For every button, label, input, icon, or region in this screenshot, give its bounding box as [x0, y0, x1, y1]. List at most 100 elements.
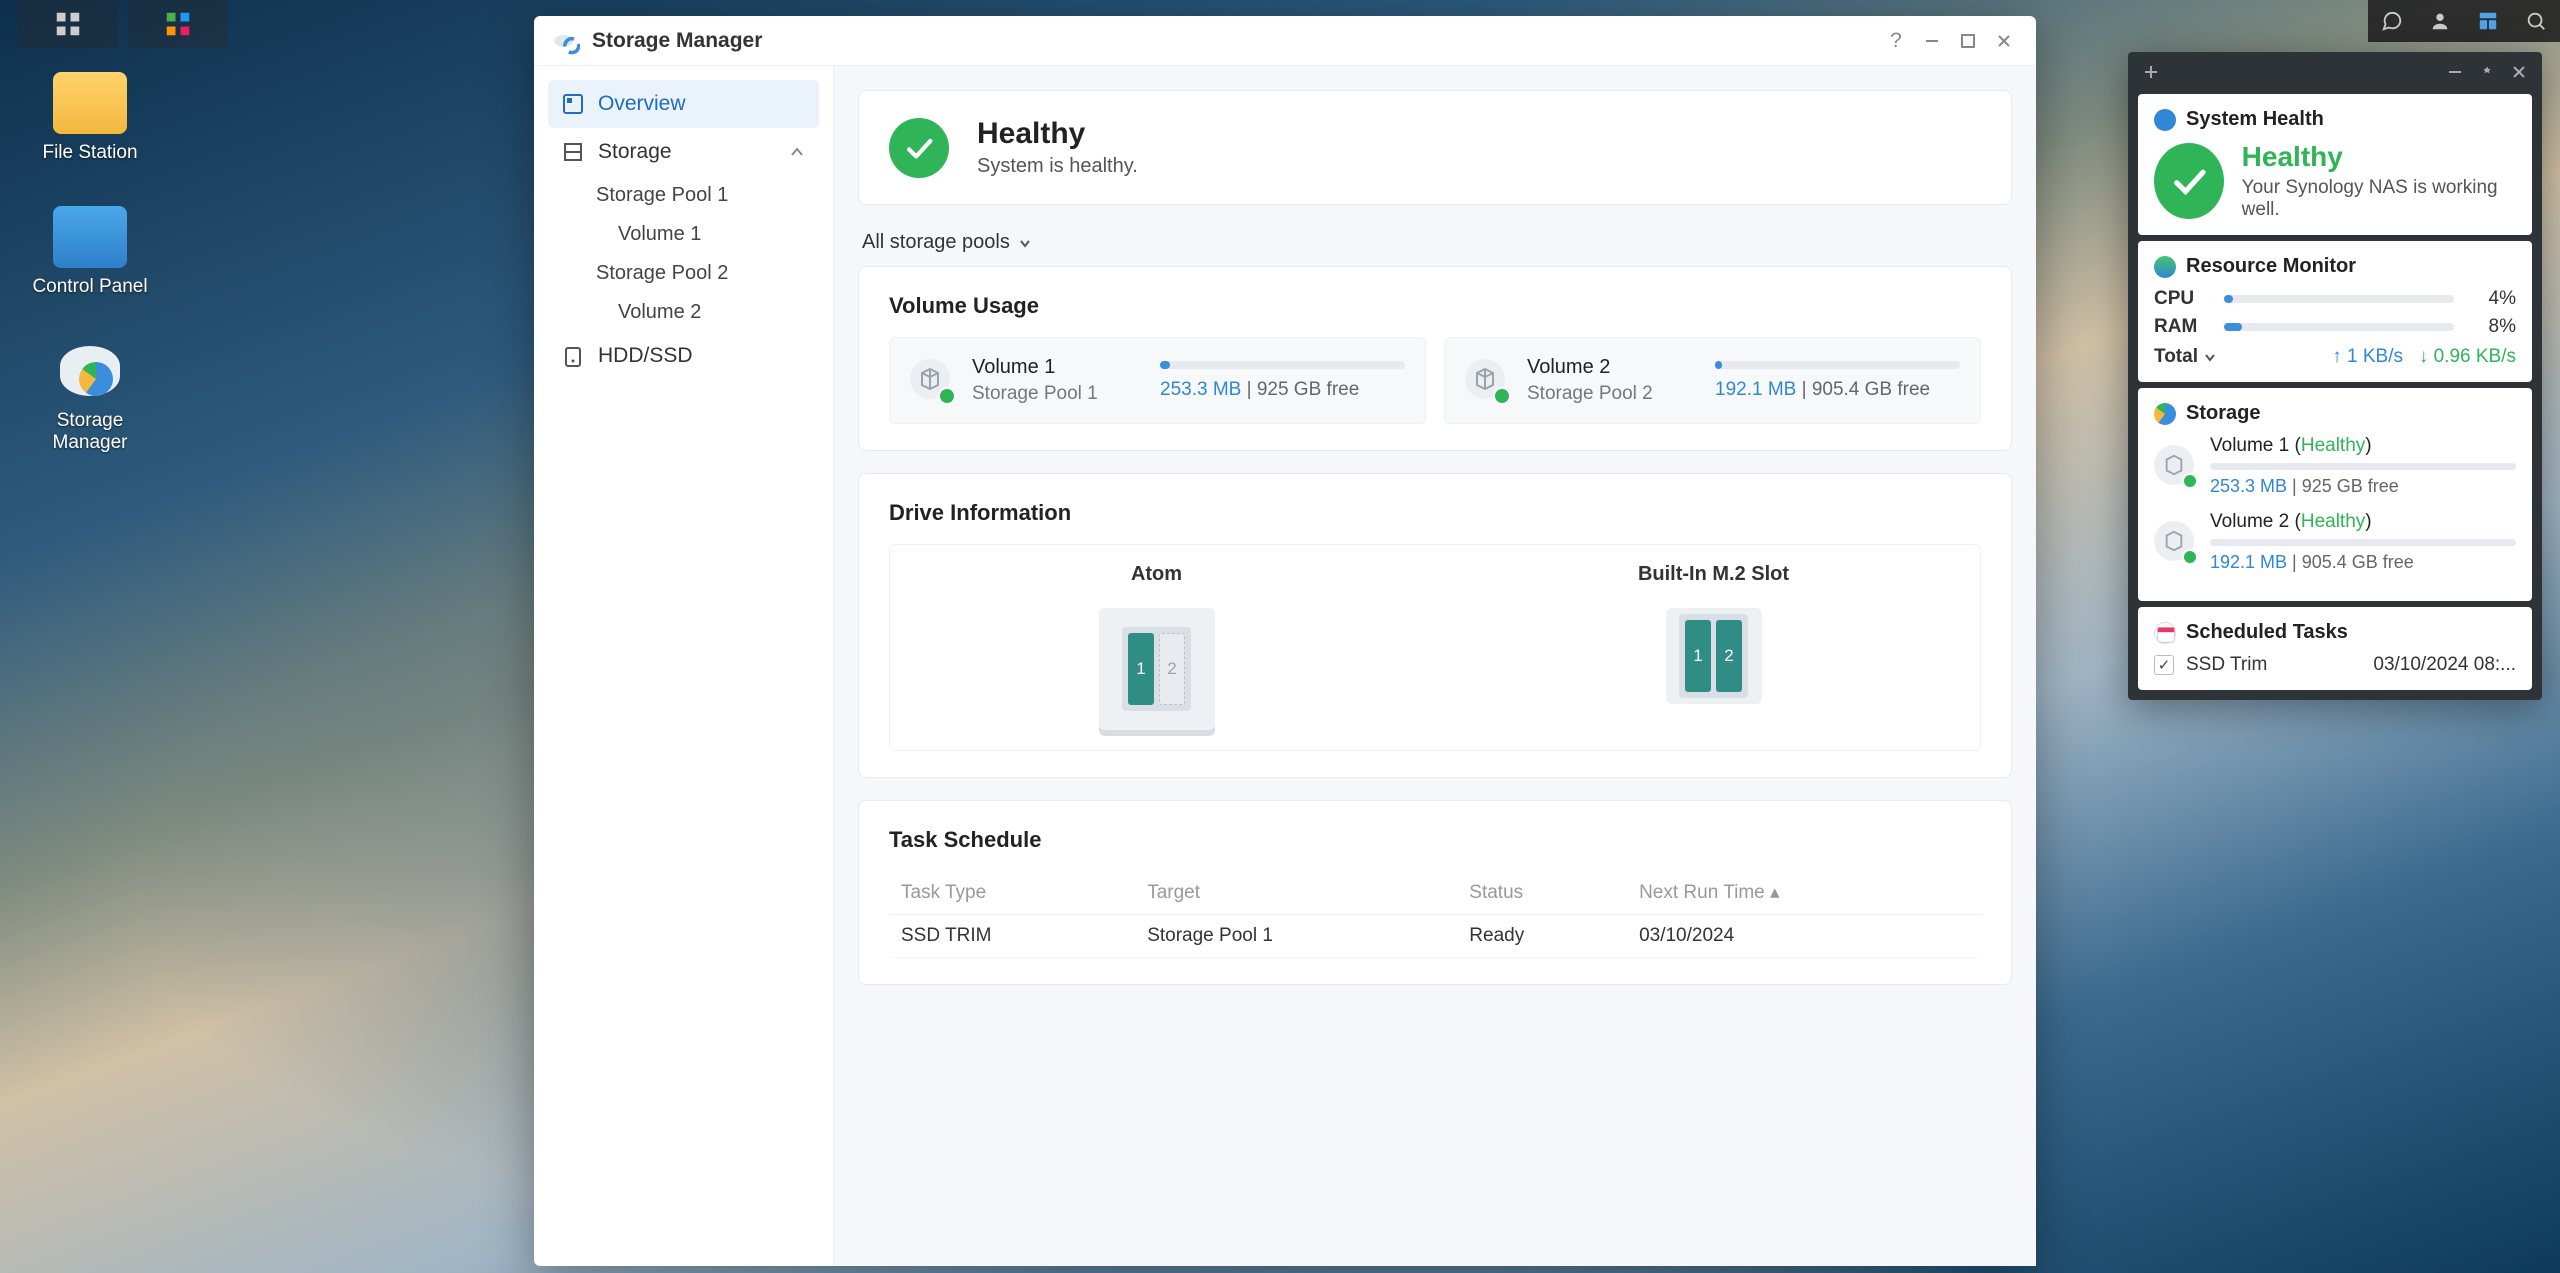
sidebar-item-pool2[interactable]: Storage Pool 2: [548, 254, 819, 293]
usage-bar: [2210, 463, 2516, 470]
help-icon[interactable]: ?: [1878, 23, 1914, 59]
app-icon: [552, 27, 580, 55]
pool-filter-dropdown[interactable]: All storage pools: [858, 227, 1032, 266]
section-heading: Volume Usage: [889, 293, 1981, 319]
sidebar: Overview Storage Storage Pool 1 Volume 1…: [534, 66, 834, 1266]
drive-label: Atom: [1131, 563, 1182, 586]
widget-system-health[interactable]: System Health Healthy Your Synology NAS …: [2138, 94, 2532, 235]
drive-bay-1[interactable]: 1: [1128, 633, 1154, 705]
task-schedule-card: Task Schedule Task Type Target Status Ne…: [858, 800, 2012, 985]
health-sub: Your Synology NAS is working well.: [2242, 177, 2516, 221]
widget-title: Scheduled Tasks: [2186, 621, 2348, 644]
close-icon[interactable]: [1986, 23, 2022, 59]
task-row[interactable]: ✓ SSD Trim 03/10/2024 08:...: [2154, 654, 2516, 676]
sidebar-item-vol2[interactable]: Volume 2: [548, 293, 819, 332]
cpu-label: CPU: [2154, 288, 2210, 310]
widget-title: Resource Monitor: [2186, 255, 2356, 278]
net-down: ↓ 0.96 KB/s: [2419, 346, 2516, 367]
volume-used: 192.1 MB: [1715, 379, 1796, 400]
volume-pool: Storage Pool 1: [972, 383, 1142, 405]
pin-icon[interactable]: [2474, 59, 2500, 85]
volume-free: 905.4 GB free: [1812, 379, 1930, 400]
volume-title: Volume 2: [1527, 356, 1697, 379]
sidebar-label: HDD/SSD: [598, 344, 693, 368]
widget-storage[interactable]: Storage Volume 1 (Healthy) 253.3 MB | 92…: [2138, 388, 2532, 601]
cpu-value: 4%: [2468, 288, 2516, 310]
desktop-icon-control-panel[interactable]: Control Panel: [20, 206, 160, 298]
titlebar: Storage Manager ?: [534, 16, 2036, 66]
maximize-icon[interactable]: [1950, 23, 1986, 59]
table-row[interactable]: SSD TRIM Storage Pool 1 Ready 03/10/2024: [889, 915, 1981, 958]
drive-m2-slot[interactable]: Built-In M.2 Slot 1 2: [1465, 555, 1962, 730]
pool-filter-label: All storage pools: [862, 231, 1010, 254]
sidebar-item-vol1[interactable]: Volume 1: [548, 215, 819, 254]
col-next-run[interactable]: Next Run Time ▴: [1627, 871, 1981, 915]
m2-bay-1[interactable]: 1: [1685, 620, 1711, 692]
desktop-icons: File Station Control Panel Storage Manag…: [20, 72, 160, 454]
drive-info-card: Drive Information Atom 1 2 Built-In M.2 …: [858, 473, 2012, 778]
sidebar-label: Overview: [598, 92, 686, 116]
chassis-icon: 1 2: [1099, 608, 1215, 730]
sidebar-item-storage[interactable]: Storage: [548, 128, 819, 176]
health-status: Healthy: [2242, 141, 2516, 173]
chevron-up-icon: [789, 144, 805, 160]
widget-title: System Health: [2186, 108, 2324, 131]
col-target[interactable]: Target: [1135, 871, 1457, 915]
minimize-icon[interactable]: [1914, 23, 1950, 59]
chevron-down-icon[interactable]: [2204, 351, 2216, 363]
drive-bay-2[interactable]: 2: [1159, 633, 1185, 705]
desktop-icon-file-station[interactable]: File Station: [20, 72, 160, 164]
package-center-button[interactable]: [128, 0, 228, 48]
widget-scheduled-tasks[interactable]: Scheduled Tasks ✓ SSD Trim 03/10/2024 08…: [2138, 607, 2532, 690]
calendar-icon: [2154, 622, 2176, 644]
ram-label: RAM: [2154, 316, 2210, 338]
user-icon[interactable]: [2416, 0, 2464, 42]
main-menu-button[interactable]: [18, 0, 118, 48]
minimize-widget-icon[interactable]: [2442, 59, 2468, 85]
health-check-icon: [2154, 143, 2224, 219]
volume-card-2[interactable]: Volume 2 Storage Pool 2 192.1 MB | 905.4…: [1444, 337, 1981, 424]
storage-manager-window: Storage Manager ? Overview Storage Stora…: [534, 16, 2036, 1266]
dashboard-icon: [562, 93, 584, 115]
m2-bay-2[interactable]: 2: [1716, 620, 1742, 692]
sidebar-item-hddssd[interactable]: HDD/SSD: [548, 332, 819, 380]
close-widget-icon[interactable]: [2506, 59, 2532, 85]
volume-icon: [1465, 359, 1509, 403]
drive-chassis-atom[interactable]: Atom 1 2: [908, 555, 1405, 730]
task-table: Task Type Target Status Next Run Time ▴ …: [889, 871, 1981, 958]
search-icon[interactable]: [2512, 0, 2560, 42]
health-title: Healthy: [977, 117, 1138, 151]
col-task-type[interactable]: Task Type: [889, 871, 1135, 915]
info-icon: [2154, 109, 2176, 131]
task-time: 03/10/2024 08:...: [2373, 654, 2516, 676]
usage-bar: [2210, 539, 2516, 546]
widget-volume-2[interactable]: Volume 2 (Healthy) 192.1 MB | 905.4 GB f…: [2154, 511, 2516, 573]
chevron-down-icon: [1018, 236, 1032, 250]
widget-resource-monitor[interactable]: Resource Monitor CPU 4% RAM 8% Total ↑ 1…: [2138, 241, 2532, 382]
ram-value: 8%: [2468, 316, 2516, 338]
task-name: SSD Trim: [2186, 654, 2267, 676]
sidebar-item-pool1[interactable]: Storage Pool 1: [548, 176, 819, 215]
widget-panel: System Health Healthy Your Synology NAS …: [2128, 52, 2542, 700]
volume-card-1[interactable]: Volume 1 Storage Pool 1 253.3 MB | 925 G…: [889, 337, 1426, 424]
volume-pool: Storage Pool 2: [1527, 383, 1697, 405]
sidebar-item-overview[interactable]: Overview: [548, 80, 819, 128]
system-tray: [2368, 0, 2560, 42]
cpu-bar: [2224, 295, 2454, 303]
desktop-icon-label: Storage Manager: [20, 410, 160, 454]
col-status[interactable]: Status: [1457, 871, 1627, 915]
widgets-icon[interactable]: [2464, 0, 2512, 42]
volume-icon: [910, 359, 954, 403]
chat-icon[interactable]: [2368, 0, 2416, 42]
volume-usage-card: Volume Usage Volume 1 Storage Pool 1: [858, 266, 2012, 451]
widget-volume-1[interactable]: Volume 1 (Healthy) 253.3 MB | 925 GB fre…: [2154, 435, 2516, 497]
desktop-icon-storage-manager[interactable]: Storage Manager: [20, 340, 160, 454]
add-widget-button[interactable]: [2138, 59, 2164, 85]
m2-slot-icon: 1 2: [1666, 608, 1762, 704]
ram-bar: [2224, 323, 2454, 331]
volume-used: 253.3 MB: [1160, 379, 1241, 400]
widget-title: Storage: [2186, 402, 2260, 425]
usage-bar: [1715, 361, 1960, 369]
content-area: Healthy System is healthy. All storage p…: [834, 66, 2036, 1266]
health-card: Healthy System is healthy.: [858, 90, 2012, 205]
